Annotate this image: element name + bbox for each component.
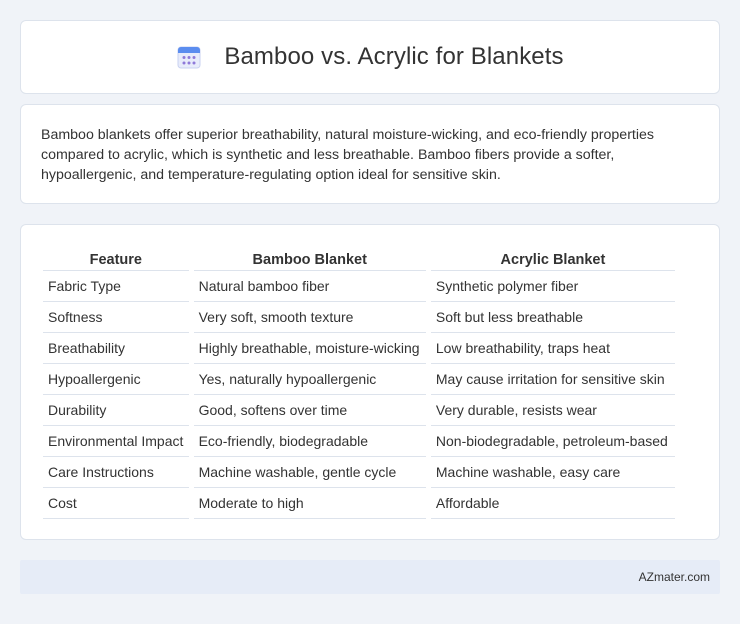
table-row: Softness Very soft, smooth texture Soft … [43, 302, 675, 333]
cell-feature: Hypoallergenic [43, 364, 189, 395]
cell-acrylic: Non-biodegradable, petroleum-based [430, 426, 675, 457]
footer: AZmater.com [20, 560, 720, 594]
table-row: Cost Moderate to high Affordable [43, 488, 675, 519]
cell-feature: Care Instructions [43, 457, 189, 488]
title-wrap: Bamboo vs. Acrylic for Blankets [176, 43, 564, 71]
table-row: Breathability Highly breathable, moistur… [43, 333, 675, 364]
cell-bamboo: Yes, naturally hypoallergenic [193, 364, 426, 395]
cell-feature: Softness [43, 302, 189, 333]
table-row: Durability Good, softens over time Very … [43, 395, 675, 426]
cell-bamboo: Natural bamboo fiber [193, 271, 426, 302]
cell-bamboo: Machine washable, gentle cycle [193, 457, 426, 488]
intro-text: Bamboo blankets offer superior breathabi… [41, 127, 654, 183]
header-acrylic: Acrylic Blanket [430, 245, 675, 271]
cell-acrylic: Synthetic polymer fiber [430, 271, 675, 302]
cell-bamboo: Eco-friendly, biodegradable [193, 426, 426, 457]
page-title: Bamboo vs. Acrylic for Blankets [224, 43, 564, 70]
table-row: Care Instructions Machine washable, gent… [43, 457, 675, 488]
cell-acrylic: Affordable [430, 488, 675, 519]
comparison-table: Feature Bamboo Blanket Acrylic Blanket F… [38, 245, 680, 519]
cell-feature: Fabric Type [43, 271, 189, 302]
cell-bamboo: Very soft, smooth texture [193, 302, 426, 333]
cell-bamboo: Good, softens over time [193, 395, 426, 426]
cell-bamboo: Highly breathable, moisture-wicking [193, 333, 426, 364]
cell-acrylic: May cause irritation for sensitive skin [430, 364, 675, 395]
header-bamboo: Bamboo Blanket [193, 245, 426, 271]
cell-feature: Environmental Impact [43, 426, 189, 457]
cell-acrylic: Soft but less breathable [430, 302, 675, 333]
title-card: Bamboo vs. Acrylic for Blankets [20, 20, 720, 94]
table-card: Feature Bamboo Blanket Acrylic Blanket F… [20, 224, 720, 540]
cell-bamboo: Moderate to high [193, 488, 426, 519]
footer-brand: AZmater.com [638, 570, 710, 584]
calendar-icon [177, 46, 201, 69]
cell-feature: Cost [43, 488, 189, 519]
table-row: Fabric Type Natural bamboo fiber Synthet… [43, 271, 675, 302]
cell-acrylic: Low breathability, traps heat [430, 333, 675, 364]
cell-feature: Breathability [43, 333, 189, 364]
cell-acrylic: Very durable, resists wear [430, 395, 675, 426]
cell-acrylic: Machine washable, easy care [430, 457, 675, 488]
cell-feature: Durability [43, 395, 189, 426]
table-row: Environmental Impact Eco-friendly, biode… [43, 426, 675, 457]
header-feature: Feature [43, 245, 189, 271]
table-header-row: Feature Bamboo Blanket Acrylic Blanket [43, 245, 675, 271]
intro-card: Bamboo blankets offer superior breathabi… [20, 104, 720, 204]
table-row: Hypoallergenic Yes, naturally hypoallerg… [43, 364, 675, 395]
